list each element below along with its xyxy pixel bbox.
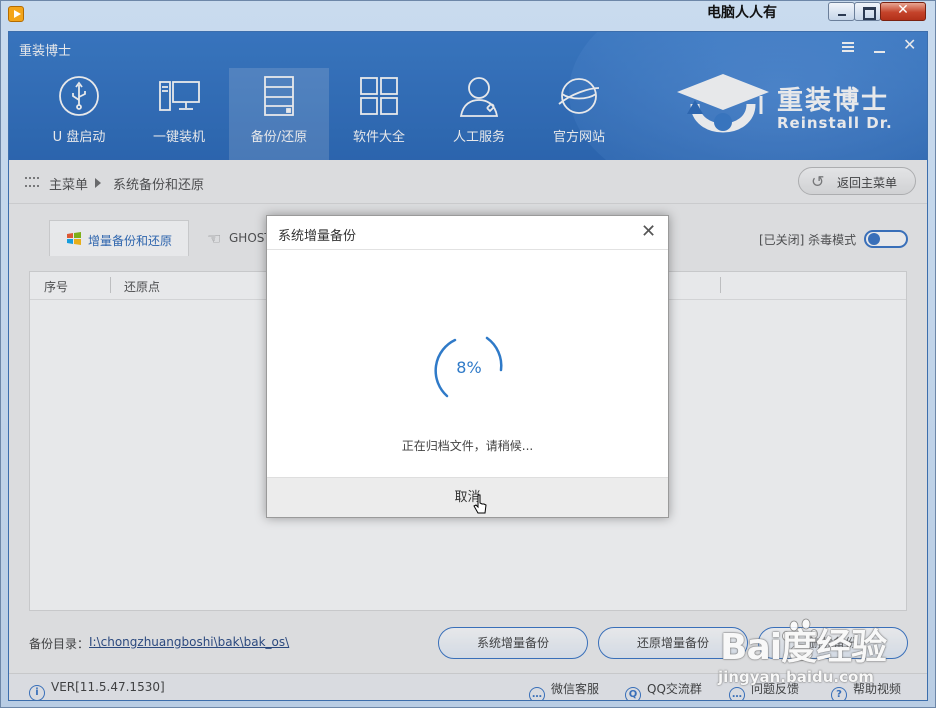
baidu-watermark-text: Bai度经验 — [720, 627, 887, 668]
dialog-footer: 取消 — [267, 477, 668, 517]
os-close-button[interactable]: ✕ — [880, 2, 926, 21]
cancel-button[interactable]: 取消 — [267, 478, 668, 518]
progress-percent: 8% — [456, 358, 482, 377]
top-watermark: 电脑人人有 — [707, 5, 777, 21]
os-minimize-button[interactable] — [828, 2, 855, 21]
baidu-watermark-url: jingyan.baidu.com — [718, 668, 874, 686]
progress-status: 正在归档文件，请稍候... — [401, 439, 534, 453]
os-maximize-button[interactable] — [854, 2, 881, 21]
mouse-cursor-icon — [473, 494, 487, 514]
backup-progress-dialog: 系统增量备份 ✕ 8% 正在归档文件，请稍候... 取消 — [266, 215, 669, 518]
dialog-close-button[interactable]: ✕ — [641, 222, 656, 242]
close-icon: ✕ — [897, 2, 909, 18]
os-titlebar: 电脑人人有 ✕ — [1, 1, 936, 25]
dialog-title: 系统增量备份 — [278, 229, 357, 244]
app-icon — [8, 6, 24, 22]
